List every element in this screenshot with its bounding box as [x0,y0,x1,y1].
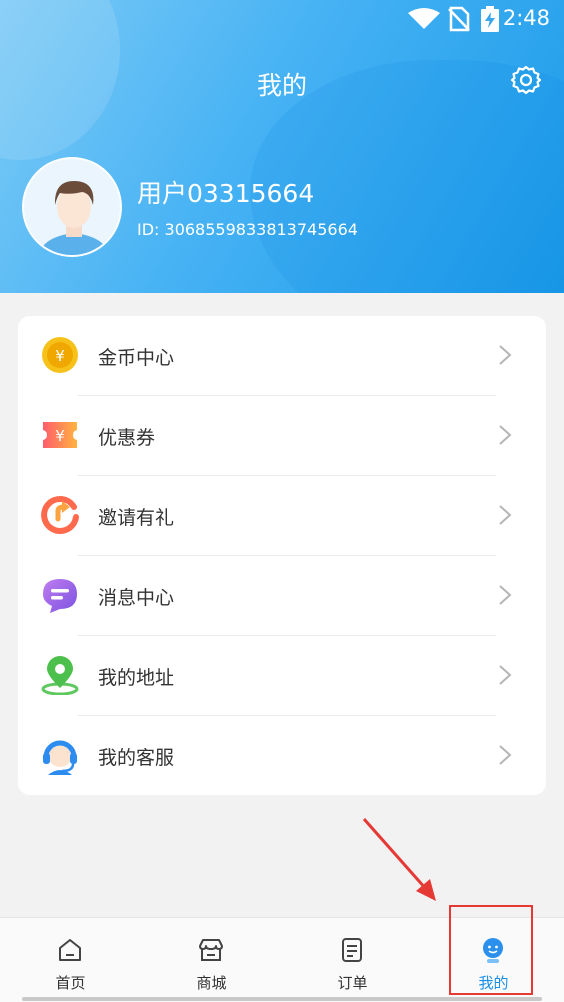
chevron-right-icon [499,745,512,765]
battery-charging-icon [481,6,499,32]
gesture-bar [22,997,542,1001]
status-bar: 2:48 [0,0,564,38]
username: 用户03315664 [137,179,315,208]
menu-item-customer-service[interactable]: 我的客服 [18,716,546,796]
customer-service-icon [43,740,77,775]
profile-icon [483,938,503,963]
store-icon [199,939,223,961]
bottom-tab-bar: 首页 商城 订单 我的 [0,917,564,1002]
svg-text:¥: ¥ [55,427,65,445]
tab-label: 我的 [478,974,509,992]
tab-label: 订单 [337,974,368,992]
chevron-right-icon [499,665,512,685]
user-avatar-icon [38,181,110,255]
chevron-right-icon [499,505,512,525]
tab-orders[interactable]: 订单 [282,918,423,998]
menu-item-gold-coin-center[interactable]: ¥ 金币中心 [18,316,546,396]
menu-item-label: 消息中心 [98,587,175,609]
menu-item-label: 我的地址 [98,667,175,689]
wifi-icon [408,8,440,29]
tab-profile[interactable]: 我的 [423,918,564,998]
no-sim-icon [448,6,470,32]
menu-item-coupon[interactable]: ¥ 优惠券 [18,396,546,476]
chevron-right-icon [499,585,512,605]
profile-header: 2:48 我的 用户03315664 ID: 30685598338137456… [0,0,564,293]
message-icon [43,579,77,613]
chevron-right-icon [499,345,512,365]
location-pin-icon [41,656,79,695]
svg-text:¥: ¥ [55,347,65,365]
status-time: 2:48 [502,6,550,30]
menu-item-invite[interactable]: 邀请有礼 [18,476,546,556]
gold-coin-icon: ¥ [42,337,78,373]
order-icon [342,938,362,962]
tab-label: 首页 [55,974,86,992]
menu-item-my-address[interactable]: 我的地址 [18,636,546,716]
menu-item-label: 金币中心 [98,347,175,369]
tab-home[interactable]: 首页 [0,918,141,998]
menu-card: ¥ 金币中心 ¥ 优惠券 邀请有礼 消息中心 我的地址 我的客服 [18,316,546,795]
coupon-icon: ¥ [43,422,77,448]
avatar[interactable] [22,157,122,257]
home-icon [59,939,81,961]
gear-icon[interactable] [510,64,542,96]
invite-icon [41,495,79,534]
tab-label: 商城 [196,974,227,992]
menu-item-message-center[interactable]: 消息中心 [18,556,546,636]
menu-item-label: 优惠券 [98,427,156,449]
page-title: 我的 [256,71,307,100]
menu-item-label: 我的客服 [98,747,175,769]
menu-item-label: 邀请有礼 [98,507,175,529]
annotation-arrow [362,818,436,901]
user-id: ID: 3068559833813745664 [137,220,358,239]
tab-store[interactable]: 商城 [141,918,282,998]
chevron-right-icon [499,425,512,445]
